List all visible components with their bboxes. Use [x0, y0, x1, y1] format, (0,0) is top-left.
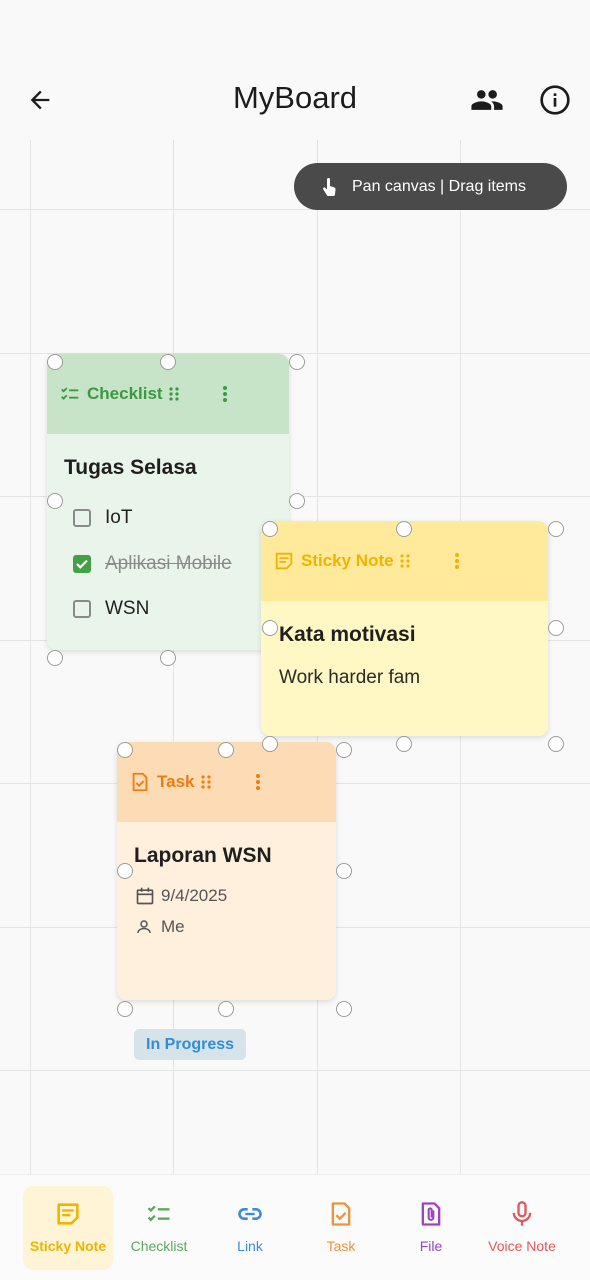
resize-handle[interactable]: [336, 863, 352, 879]
card-title: Laporan WSN: [134, 844, 272, 867]
resize-handle[interactable]: [262, 736, 278, 752]
checklist-icon: [61, 387, 79, 400]
resize-handle[interactable]: [396, 521, 412, 537]
checklist-item-label: Aplikasi Mobile: [105, 553, 232, 574]
collaborators-button[interactable]: [465, 78, 509, 122]
checklist-item[interactable]: WSN: [73, 598, 149, 620]
info-icon: [540, 85, 570, 115]
checklist-icon: [147, 1205, 170, 1222]
task-card[interactable]: Task Laporan WSN 9/4/2025 Me In Progress: [117, 742, 336, 1060]
touch-icon: [323, 177, 336, 196]
resize-handle[interactable]: [548, 736, 564, 752]
tool-label: File: [419, 1238, 443, 1254]
sticky-note-card-body: Kata motivasi Work harder fam: [261, 601, 548, 736]
grid-line: [0, 1070, 590, 1071]
status-badge: In Progress: [134, 1029, 247, 1060]
tool-link[interactable]: Link: [205, 1186, 295, 1270]
more-options-button[interactable]: [447, 551, 467, 571]
arrow-back-icon: [30, 90, 50, 110]
resize-handle[interactable]: [47, 493, 63, 509]
checkbox[interactable]: [73, 600, 91, 618]
task-date-text: 9/4/2025: [161, 886, 228, 905]
checklist-item[interactable]: IoT: [73, 507, 132, 529]
link-icon: [238, 1208, 262, 1220]
resize-handle[interactable]: [289, 354, 305, 370]
tool-label: Task: [326, 1238, 356, 1254]
resize-handle[interactable]: [117, 1001, 133, 1017]
checklist-item-label: IoT: [105, 507, 133, 528]
tool-checklist[interactable]: Checklist: [114, 1186, 204, 1270]
board-canvas[interactable]: Pan canvas | Drag items Checklist Tugas …: [0, 140, 590, 1174]
resize-handle[interactable]: [262, 521, 278, 537]
resize-handle[interactable]: [218, 1001, 234, 1017]
person-icon: [137, 920, 151, 934]
more-vert-icon: [256, 774, 260, 790]
tool-voice-note[interactable]: Voice Note: [477, 1186, 567, 1270]
resize-handle[interactable]: [218, 742, 234, 758]
pan-hint-text: Pan canvas | Drag items: [352, 177, 527, 195]
resize-handle[interactable]: [336, 1001, 352, 1017]
task-assignee: Me: [135, 917, 185, 937]
checklist-item[interactable]: Aplikasi Mobile: [73, 553, 232, 575]
resize-handle[interactable]: [47, 354, 63, 370]
add-item-toolbar: Sticky Note Checklist Link Task File Voi…: [0, 1174, 590, 1280]
resize-handle[interactable]: [548, 521, 564, 537]
resize-handle[interactable]: [336, 742, 352, 758]
sticky-note-content: Work harder fam: [279, 667, 421, 688]
back-button[interactable]: [18, 78, 62, 122]
tool-label: Sticky Note: [29, 1238, 107, 1254]
app-bar: MyBoard: [0, 60, 590, 140]
task-assignee-text: Me: [161, 917, 185, 936]
tool-task[interactable]: Task: [296, 1186, 386, 1270]
resize-handle[interactable]: [289, 493, 305, 509]
info-button[interactable]: [533, 78, 577, 122]
more-options-button[interactable]: [215, 384, 235, 404]
task-icon: [132, 772, 148, 792]
grid-line: [30, 140, 31, 1174]
drag-handle-icon[interactable]: [167, 386, 181, 402]
sticky-note-icon: [275, 552, 293, 570]
status-bar: [0, 0, 590, 60]
tool-sticky-note[interactable]: Sticky Note: [23, 1186, 113, 1270]
task-due-date: 9/4/2025: [135, 886, 227, 906]
resize-handle[interactable]: [160, 354, 176, 370]
card-type-label: Checklist: [87, 384, 163, 403]
people-icon: [471, 90, 503, 110]
drag-handle-icon[interactable]: [398, 553, 412, 569]
resize-handle[interactable]: [47, 650, 63, 666]
pan-hint-chip: Pan canvas | Drag items: [294, 163, 567, 210]
card-title: Kata motivasi: [279, 623, 416, 646]
card-type-label: Sticky Note: [301, 551, 394, 570]
tool-label: Checklist: [130, 1238, 188, 1254]
resize-handle[interactable]: [548, 620, 564, 636]
more-vert-icon: [455, 553, 459, 569]
calendar-icon: [136, 887, 154, 905]
sticky-note-icon: [57, 1203, 79, 1225]
resize-handle[interactable]: [396, 736, 412, 752]
tool-label: Voice Note: [488, 1238, 556, 1254]
tool-file[interactable]: File: [386, 1186, 476, 1270]
microphone-icon: [512, 1201, 532, 1226]
checkbox-checked[interactable]: [73, 555, 91, 573]
file-attachment-icon: [421, 1202, 441, 1226]
task-card-body: Laporan WSN 9/4/2025 Me In Progress: [117, 822, 336, 1060]
card-title: Tugas Selasa: [64, 456, 197, 479]
check-icon: [76, 559, 88, 569]
resize-handle[interactable]: [117, 863, 133, 879]
task-icon: [331, 1202, 351, 1226]
sticky-note-card[interactable]: Sticky Note Kata motivasi Work harder fa…: [261, 521, 548, 736]
checklist-item-label: WSN: [105, 598, 150, 619]
resize-handle[interactable]: [160, 650, 176, 666]
checkbox[interactable]: [73, 509, 91, 527]
more-options-button[interactable]: [248, 772, 268, 792]
checklist-card[interactable]: Checklist Tugas Selasa IoT Aplikasi Mobi…: [47, 354, 289, 650]
checklist-card-body: Tugas Selasa IoT Aplikasi Mobile WSN: [47, 434, 289, 650]
card-type-label: Task: [157, 772, 195, 791]
resize-handle[interactable]: [117, 742, 133, 758]
resize-handle[interactable]: [262, 620, 278, 636]
tool-label: Link: [237, 1238, 263, 1254]
more-vert-icon: [223, 386, 227, 402]
drag-handle-icon[interactable]: [199, 774, 213, 790]
